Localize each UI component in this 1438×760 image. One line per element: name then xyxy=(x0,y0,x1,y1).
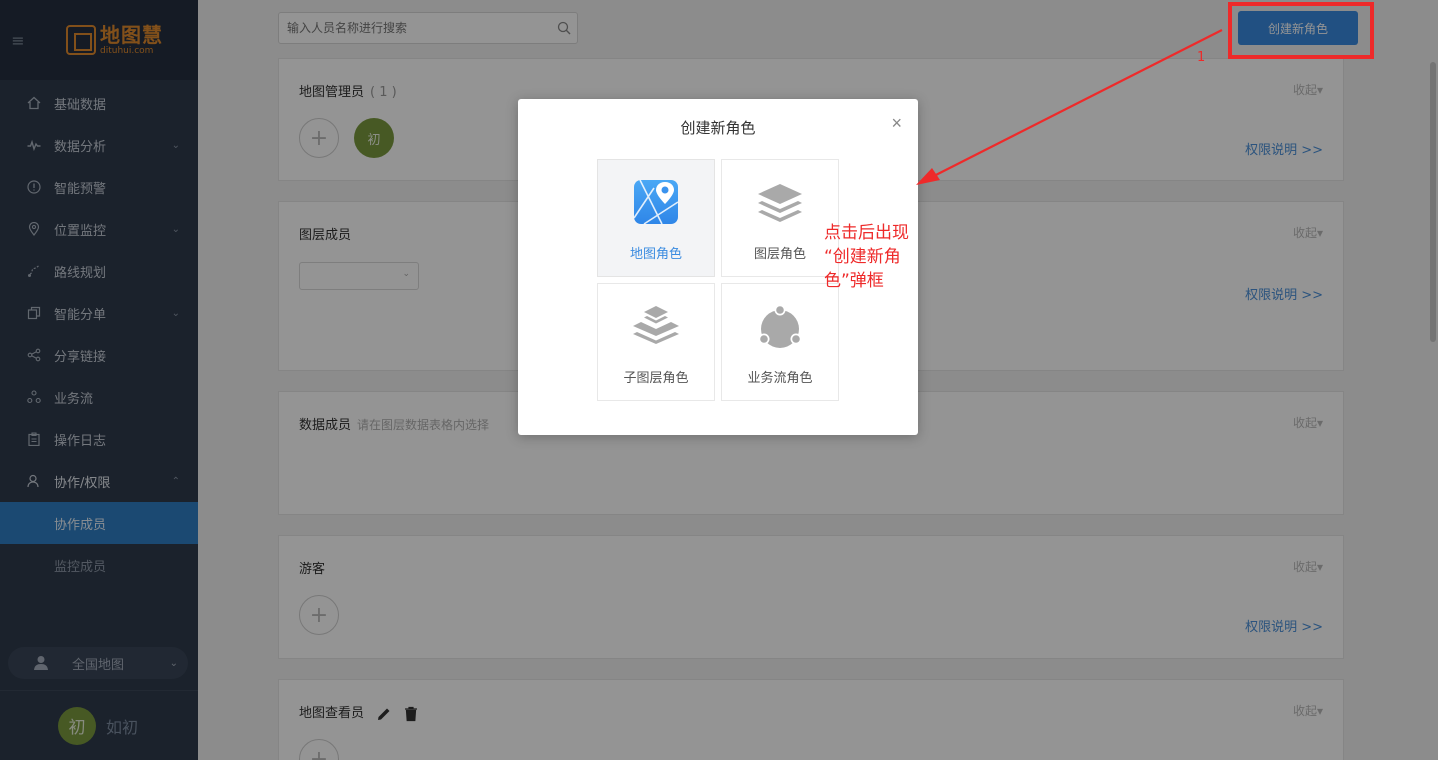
annotation-note: 点击后出现 “创建新角 色”弹框 xyxy=(824,221,924,293)
annotation-arrow xyxy=(916,29,1223,185)
annotation-line: “创建新角 xyxy=(824,247,901,267)
annotation-line: 色”弹框 xyxy=(824,271,884,291)
annotation-line: 点击后出现 xyxy=(824,223,909,243)
